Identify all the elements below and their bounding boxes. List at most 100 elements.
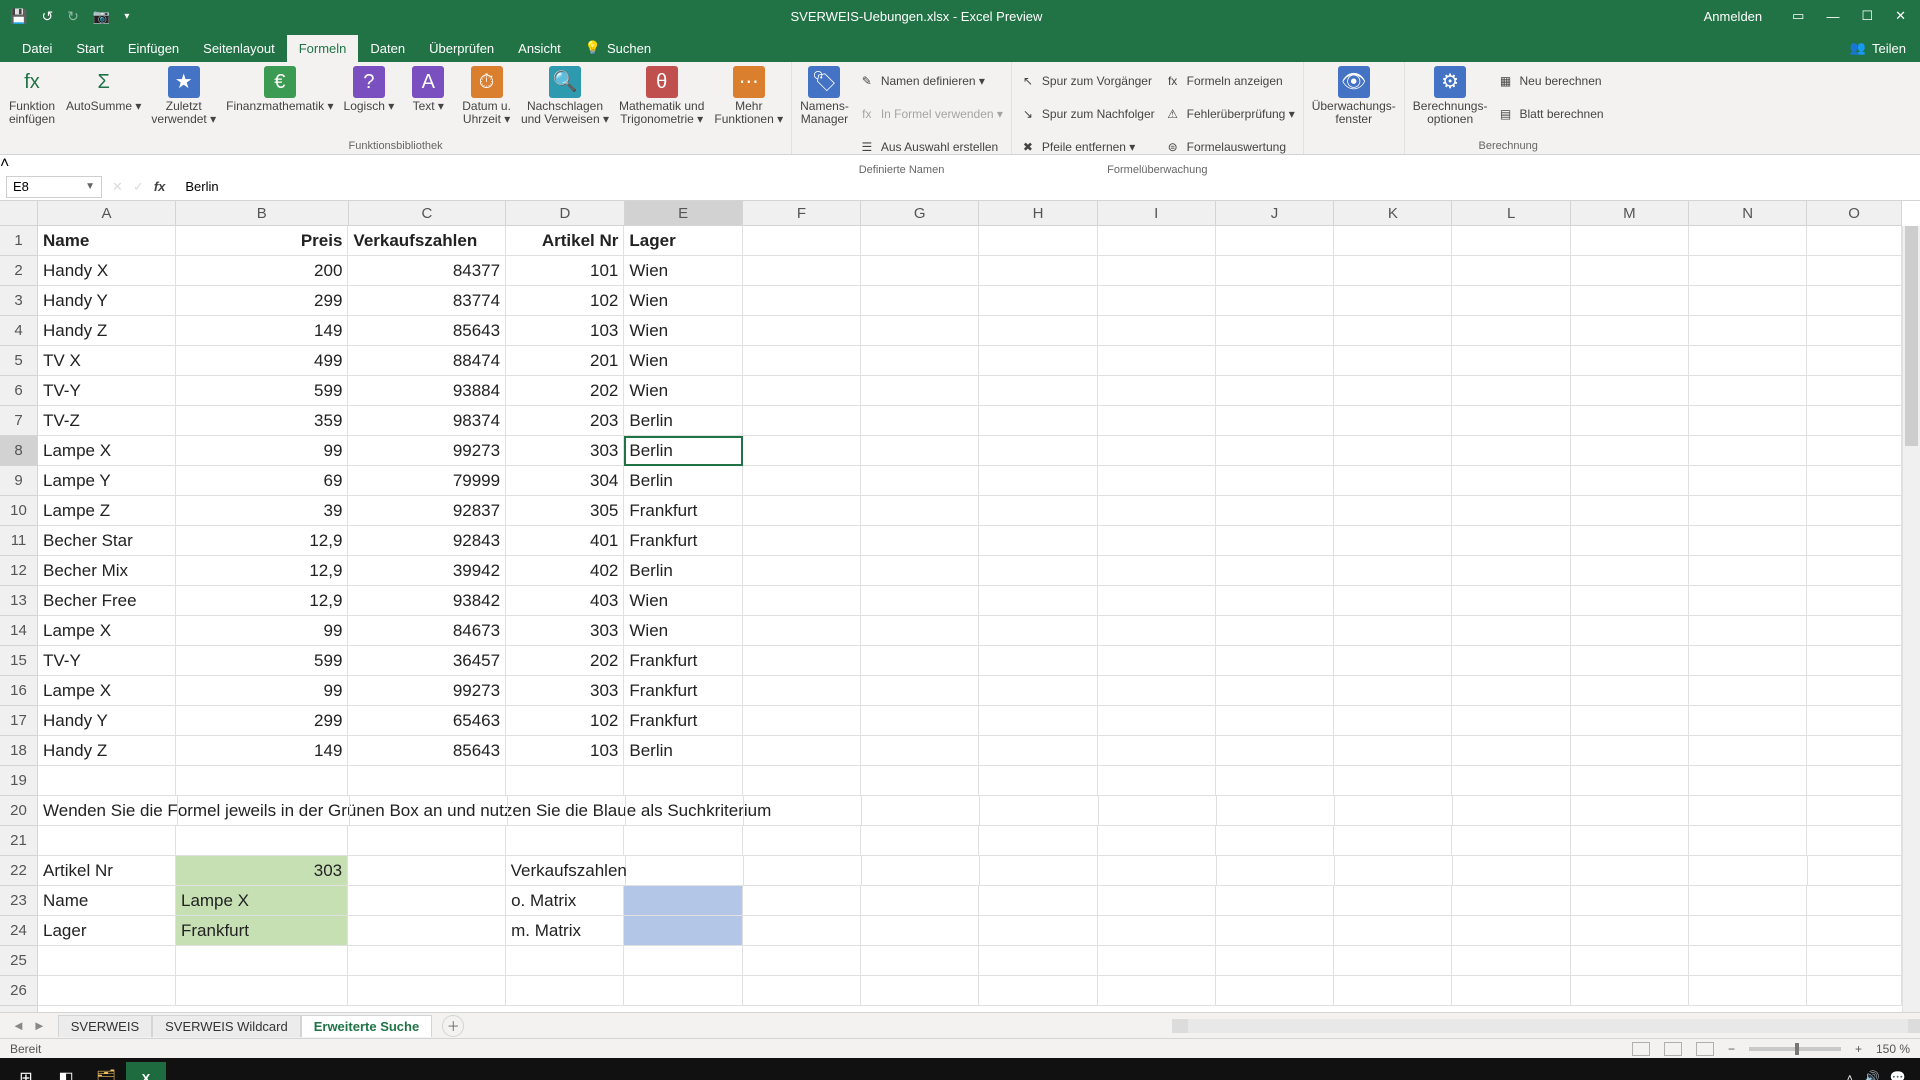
cell[interactable] <box>1334 226 1452 256</box>
cell[interactable] <box>348 766 506 796</box>
cell[interactable]: Becher Mix <box>38 556 176 586</box>
cell[interactable]: 36457 <box>348 646 506 676</box>
cell[interactable] <box>506 946 624 976</box>
cell[interactable]: 39942 <box>348 556 506 586</box>
row-header-7[interactable]: 7 <box>0 406 37 436</box>
cell[interactable] <box>743 226 861 256</box>
cell[interactable] <box>862 856 980 886</box>
cell[interactable]: 402 <box>506 556 624 586</box>
cell[interactable] <box>176 976 348 1006</box>
cell[interactable]: Handy Z <box>38 736 176 766</box>
cell[interactable] <box>861 616 979 646</box>
cell[interactable]: Berlin <box>624 556 742 586</box>
cell[interactable] <box>1689 466 1807 496</box>
cell[interactable] <box>861 436 979 466</box>
pfeile-entfernen-button[interactable]: ✖Pfeile entfernen ▾ <box>1020 132 1155 162</box>
cell[interactable] <box>1098 586 1216 616</box>
ribbon-tab-daten[interactable]: Daten <box>358 35 417 62</box>
spreadsheet-grid[interactable]: ABCDEFGHIJKLMNO 123456789101112131415161… <box>0 201 1920 1012</box>
watch-window-button[interactable]: 👁 Überwachungs- fenster <box>1312 66 1396 126</box>
cell[interactable]: Handy X <box>38 256 176 286</box>
ribbon-tab-einfügen[interactable]: Einfügen <box>116 35 191 62</box>
cell[interactable]: Handy Y <box>38 706 176 736</box>
cells-area[interactable]: NamePreisVerkaufszahlenArtikel NrLagerHa… <box>38 226 1902 1012</box>
row-header-1[interactable]: 1 <box>0 226 37 256</box>
cell[interactable] <box>861 286 979 316</box>
cell[interactable]: Verkaufszahlen <box>348 226 506 256</box>
row-header-26[interactable]: 26 <box>0 976 37 1006</box>
cell[interactable] <box>861 376 979 406</box>
cell[interactable]: Lager <box>624 226 742 256</box>
cell[interactable] <box>1807 796 1902 826</box>
cell[interactable] <box>1689 376 1807 406</box>
cell[interactable] <box>1571 586 1689 616</box>
column-header-O[interactable]: O <box>1807 201 1902 225</box>
cell[interactable]: 103 <box>506 736 624 766</box>
formula-input[interactable]: Berlin <box>175 179 1920 194</box>
cell[interactable] <box>861 526 979 556</box>
cell[interactable] <box>1216 676 1334 706</box>
cell[interactable] <box>1807 466 1902 496</box>
cell[interactable] <box>1216 736 1334 766</box>
cell[interactable] <box>743 586 861 616</box>
enter-formula-icon[interactable]: ✓ <box>133 179 144 195</box>
cell[interactable] <box>1217 856 1335 886</box>
maximize-icon[interactable]: ☐ <box>1861 8 1873 24</box>
cell[interactable] <box>1571 706 1689 736</box>
cell[interactable] <box>861 226 979 256</box>
mehr-funktionen-button[interactable]: ⋯Mehr Funktionen ▾ <box>714 66 783 126</box>
cell[interactable] <box>1453 856 1571 886</box>
row-header-12[interactable]: 12 <box>0 556 37 586</box>
in-formel-verwenden-button[interactable]: fxIn Formel verwenden ▾ <box>859 99 1003 129</box>
cell[interactable]: 202 <box>506 646 624 676</box>
insert-function-icon[interactable]: fx <box>154 179 166 194</box>
undo-icon[interactable]: ↺ <box>41 8 53 25</box>
cell[interactable] <box>1098 406 1216 436</box>
cell[interactable]: 65463 <box>348 706 506 736</box>
cell[interactable] <box>861 496 979 526</box>
funktion-einfuegen-button[interactable]: fxFunktion einfügen <box>8 66 56 126</box>
cell[interactable] <box>1571 766 1689 796</box>
row-header-19[interactable]: 19 <box>0 766 37 796</box>
cell[interactable] <box>1571 316 1689 346</box>
row-header-22[interactable]: 22 <box>0 856 37 886</box>
cell[interactable]: 599 <box>176 376 348 406</box>
cell[interactable]: Lampe X <box>176 886 348 916</box>
spur-vorgaenger-button[interactable]: ↖Spur zum Vorgänger <box>1020 66 1155 96</box>
cell[interactable] <box>1216 346 1334 376</box>
aus-auswahl-erstellen-button[interactable]: ☰Aus Auswahl erstellen <box>859 132 1003 162</box>
cell[interactable] <box>1216 976 1334 1006</box>
cell[interactable]: 403 <box>506 586 624 616</box>
cell[interactable] <box>979 496 1097 526</box>
cell[interactable] <box>743 976 861 1006</box>
normal-view-button[interactable] <box>1632 1042 1650 1056</box>
cell[interactable] <box>1216 286 1334 316</box>
cell[interactable] <box>1098 856 1216 886</box>
cell[interactable] <box>980 796 1098 826</box>
cell[interactable] <box>1216 496 1334 526</box>
cell[interactable] <box>1571 466 1689 496</box>
column-header-A[interactable]: A <box>38 201 176 225</box>
cell[interactable]: 93842 <box>348 586 506 616</box>
cell[interactable] <box>1334 436 1452 466</box>
cell[interactable] <box>1098 436 1216 466</box>
cell[interactable] <box>624 916 742 946</box>
ribbon-tab-datei[interactable]: Datei <box>10 35 64 62</box>
cell[interactable] <box>861 586 979 616</box>
cell[interactable] <box>624 976 742 1006</box>
cell[interactable] <box>1098 376 1216 406</box>
cell[interactable] <box>1571 826 1689 856</box>
cell[interactable] <box>1571 496 1689 526</box>
cell[interactable] <box>743 646 861 676</box>
cell[interactable] <box>979 466 1097 496</box>
cell[interactable] <box>624 886 742 916</box>
cell[interactable] <box>1216 766 1334 796</box>
cell[interactable] <box>861 826 979 856</box>
cell[interactable] <box>979 346 1097 376</box>
cell[interactable]: 79999 <box>348 466 506 496</box>
cell[interactable] <box>1334 346 1452 376</box>
cell[interactable]: 99273 <box>348 436 506 466</box>
cell[interactable] <box>1216 226 1334 256</box>
cell[interactable] <box>1807 886 1902 916</box>
cell[interactable] <box>861 256 979 286</box>
